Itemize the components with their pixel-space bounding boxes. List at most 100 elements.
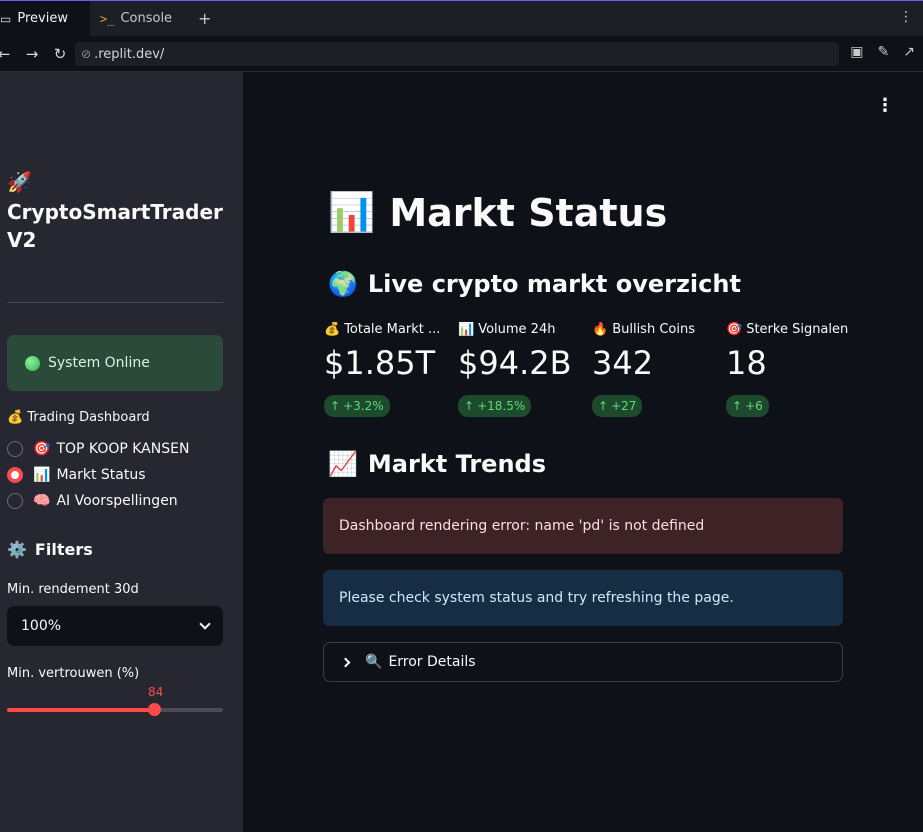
terminal-icon: >_ — [100, 11, 115, 26]
app-title-text: CryptoSmartTrader V2 — [7, 200, 223, 252]
metric-label-text: Sterke Signalen — [746, 322, 849, 337]
forward-arrow-icon[interactable]: → — [18, 45, 46, 63]
return-select-value: 100% — [21, 618, 62, 634]
bar-chart-icon: 📊 — [328, 190, 376, 234]
app-title: 🚀 CryptoSmartTrader V2 — [7, 168, 227, 254]
fire-icon: 🔥 — [592, 322, 609, 337]
overview-heading: 🌍 Live crypto markt overzicht — [328, 270, 741, 298]
nav-item-markt-status[interactable]: 📊 Markt Status — [7, 465, 146, 485]
nav-label-text: Trading Dashboard — [27, 410, 150, 425]
confidence-label: Min. vertrouwen (%) — [7, 666, 140, 681]
address-bar: ← → ↻ ⊘ .replit.dev/ ▣ ✎ ↗ — [0, 36, 923, 72]
radio-button[interactable] — [7, 441, 23, 457]
app-window: ▭ Preview >_ Console + ⋮ ← → ↻ ⊘ .replit… — [0, 0, 923, 832]
magnifier-icon: 🔍 — [365, 654, 383, 670]
radio-button[interactable] — [7, 493, 23, 509]
metric-label: 📊 Volume 24h — [458, 322, 582, 337]
globe-icon: 🌍 — [328, 270, 358, 298]
metric-delta: ↑ +6 — [726, 395, 769, 417]
status-text: System Online — [48, 355, 150, 371]
target-icon: 🎯 — [33, 441, 51, 457]
more-vertical-icon[interactable]: ⋮ — [899, 9, 913, 25]
sidebar: 🚀 CryptoSmartTrader V2 System Online 💰 T… — [0, 72, 243, 832]
metric-label: 💰 Totale Markt ... — [324, 322, 448, 337]
arrow-up-icon: ↑ — [598, 399, 609, 413]
devices-icon[interactable]: ▣ — [850, 44, 863, 60]
link-icon: ⊘ — [81, 47, 92, 61]
metric-delta: ↑ +27 — [592, 395, 643, 417]
open-external-icon[interactable]: ↗ — [903, 44, 915, 60]
sidebar-divider — [7, 302, 223, 303]
trends-heading-text: Markt Trends — [367, 450, 546, 478]
chevron-down-icon — [199, 618, 211, 630]
wrench-icon[interactable]: ✎ — [878, 44, 890, 60]
metric-value: $94.2B — [458, 344, 572, 382]
error-alert: Dashboard rendering error: name 'pd' is … — [323, 498, 843, 554]
nav-item-ai-voorspellingen[interactable]: 🧠 AI Voorspellingen — [7, 491, 178, 511]
url-text: .replit.dev/ — [94, 46, 165, 62]
status-dot-icon — [25, 355, 40, 371]
new-tab-button[interactable]: + — [198, 9, 211, 28]
info-alert-text: Please check system status and try refre… — [339, 590, 734, 606]
chart-increasing-icon: 📈 — [328, 450, 358, 478]
metric-delta-text: +18.5% — [477, 399, 526, 413]
main-content: ⋮ 📊 Markt Status 🌍 Live crypto markt ove… — [243, 72, 923, 832]
expander-label: Error Details — [388, 654, 476, 670]
chevron-right-icon — [340, 657, 351, 667]
metric-value: $1.85T — [324, 344, 436, 382]
metric-value: 18 — [726, 344, 767, 382]
metric-label-text: Bullish Coins — [612, 322, 695, 337]
money-bag-icon: 💰 — [324, 322, 341, 337]
metric-label-text: Totale Markt ... — [344, 322, 441, 337]
metric-label: 🔥 Bullish Coins — [592, 322, 716, 337]
arrow-up-icon: ↑ — [330, 399, 341, 413]
filters-title: Filters — [34, 540, 93, 559]
error-alert-text: Dashboard rendering error: name 'pd' is … — [339, 518, 705, 534]
bar-chart-icon: 📊 — [33, 467, 51, 483]
nav-item-top-koop-kansen[interactable]: 🎯 TOP KOOP KANSEN — [7, 439, 189, 459]
arrow-up-icon: ↑ — [464, 399, 475, 413]
info-alert: Please check system status and try refre… — [323, 570, 843, 626]
monitor-icon: ▭ — [0, 11, 12, 26]
nav-item-label: Markt Status — [56, 467, 146, 483]
return-label: Min. rendement 30d — [7, 582, 139, 597]
page-title: 📊 Markt Status — [328, 190, 667, 235]
system-status-box: System Online — [7, 335, 223, 391]
radio-button-selected[interactable] — [7, 467, 23, 483]
main-menu-icon[interactable]: ⋮ — [876, 95, 894, 116]
confidence-slider[interactable] — [7, 703, 223, 716]
metric-total-market: 💰 Totale Markt ... $1.85T ↑ +3.2% — [324, 322, 458, 417]
rocket-icon: 🚀 — [7, 170, 32, 194]
metric-volume: 📊 Volume 24h $94.2B ↑ +18.5% — [458, 322, 592, 417]
nav-item-label: TOP KOOP KANSEN — [56, 441, 190, 457]
metric-value: 342 — [592, 344, 654, 382]
reload-icon[interactable]: ↻ — [46, 45, 74, 63]
metric-delta: ↑ +18.5% — [458, 395, 532, 417]
arrow-up-icon: ↑ — [732, 399, 743, 413]
nav-label: 💰 Trading Dashboard — [7, 410, 150, 425]
metric-label-text: Volume 24h — [478, 322, 556, 337]
confidence-value: 84 — [148, 685, 164, 699]
metric-bullish-coins: 🔥 Bullish Coins 342 ↑ +27 — [592, 322, 726, 417]
trends-heading: 📈 Markt Trends — [328, 450, 546, 478]
tab-preview-label: Preview — [17, 11, 68, 26]
filters-heading: ⚙️ Filters — [7, 540, 93, 559]
metric-delta-text: +6 — [745, 399, 763, 413]
metrics-row: 💰 Totale Markt ... $1.85T ↑ +3.2% 📊 Volume … — [324, 322, 860, 417]
tab-preview[interactable]: ▭ Preview — [0, 1, 90, 36]
nav-item-label: AI Voorspellingen — [56, 493, 178, 509]
metric-delta-text: +27 — [611, 399, 637, 413]
overview-heading-text: Live crypto markt overzicht — [367, 270, 741, 298]
tab-console[interactable]: >_ Console — [90, 1, 194, 36]
metric-strong-signals: 🎯 Sterke Signalen 18 ↑ +6 — [726, 322, 860, 417]
error-details-expander[interactable]: 🔍 Error Details — [323, 642, 843, 682]
return-select[interactable]: 100% — [7, 606, 223, 646]
gear-icon: ⚙️ — [7, 540, 27, 559]
back-arrow-icon[interactable]: ← — [0, 45, 18, 63]
brain-icon: 🧠 — [33, 493, 51, 509]
metric-label: 🎯 Sterke Signalen — [726, 322, 850, 337]
url-field[interactable]: ⊘ .replit.dev/ — [75, 42, 839, 66]
page-title-text: Markt Status — [389, 190, 668, 235]
money-bag-icon: 💰 — [7, 410, 24, 425]
slider-thumb[interactable] — [147, 703, 161, 716]
